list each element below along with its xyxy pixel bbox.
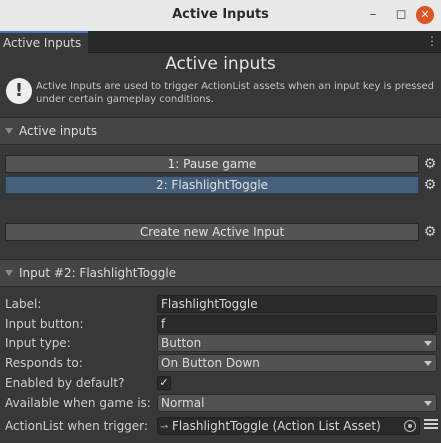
gear-icon[interactable]: ⚙: [423, 225, 437, 239]
enabled-by-default-label: Enabled by default?: [5, 376, 125, 390]
minimize-button[interactable]: –: [364, 6, 382, 24]
close-button[interactable]: ✕: [416, 6, 434, 24]
window-titlebar: Active Inputs – ◻ ✕: [0, 0, 441, 31]
label-field-label: Label:: [5, 297, 42, 311]
create-active-input-button[interactable]: Create new Active Input: [5, 223, 419, 241]
active-input-item-2[interactable]: 2: FlashlightToggle: [5, 176, 419, 194]
responds-to-field-label: Responds to:: [5, 356, 83, 370]
section-header-active-inputs[interactable]: Active inputs: [0, 117, 441, 145]
tab-bar: Active Inputs ⋮: [0, 31, 441, 53]
chevron-down-icon: [424, 361, 432, 366]
section-header-input-detail[interactable]: Input #2: FlashlightToggle: [0, 259, 441, 287]
input-button-field-label: Input button:: [5, 317, 84, 331]
chevron-down-icon: [424, 341, 432, 346]
section-header-label: Input #2: FlashlightToggle: [19, 266, 177, 280]
tab-active-inputs[interactable]: Active Inputs: [0, 31, 88, 53]
actionlist-object-field[interactable]: ⇀ FlashlightToggle (Action List Asset): [157, 417, 420, 435]
section-header-label: Active inputs: [19, 124, 98, 138]
foldout-arrow-icon[interactable]: [5, 128, 13, 134]
actionlist-trigger-label: ActionList when trigger:: [5, 419, 148, 433]
gear-icon[interactable]: ⚙: [423, 157, 437, 171]
info-icon: !: [6, 78, 32, 104]
chevron-down-icon: [424, 401, 432, 406]
input-type-value: Button: [161, 336, 202, 350]
tab-menu-icon[interactable]: ⋮: [426, 34, 438, 48]
input-type-dropdown[interactable]: Button: [157, 334, 437, 352]
input-type-field-label: Input type:: [5, 336, 71, 350]
actionlist-asset-icon: ⇀: [160, 422, 169, 433]
object-picker-icon[interactable]: [404, 420, 416, 432]
enabled-by-default-checkbox[interactable]: ✓: [157, 376, 171, 390]
input-button-input[interactable]: f: [157, 315, 437, 333]
available-when-value: Normal: [161, 396, 205, 410]
info-text: Active Inputs are used to trigger Action…: [36, 81, 435, 105]
gear-icon[interactable]: ⚙: [423, 178, 437, 192]
responds-to-dropdown[interactable]: On Button Down: [157, 354, 437, 372]
available-when-label: Available when game is:: [5, 396, 151, 410]
list-icon[interactable]: [424, 419, 438, 435]
foldout-arrow-icon[interactable]: [5, 270, 13, 276]
page-title: Active inputs: [165, 54, 276, 74]
active-input-item-1[interactable]: 1: Pause game: [5, 155, 419, 173]
responds-to-value: On Button Down: [161, 356, 260, 370]
actionlist-value: FlashlightToggle (Action List Asset): [172, 419, 381, 433]
available-when-dropdown[interactable]: Normal: [157, 394, 437, 412]
label-input[interactable]: FlashlightToggle: [157, 295, 437, 313]
maximize-button[interactable]: ◻: [392, 6, 410, 24]
